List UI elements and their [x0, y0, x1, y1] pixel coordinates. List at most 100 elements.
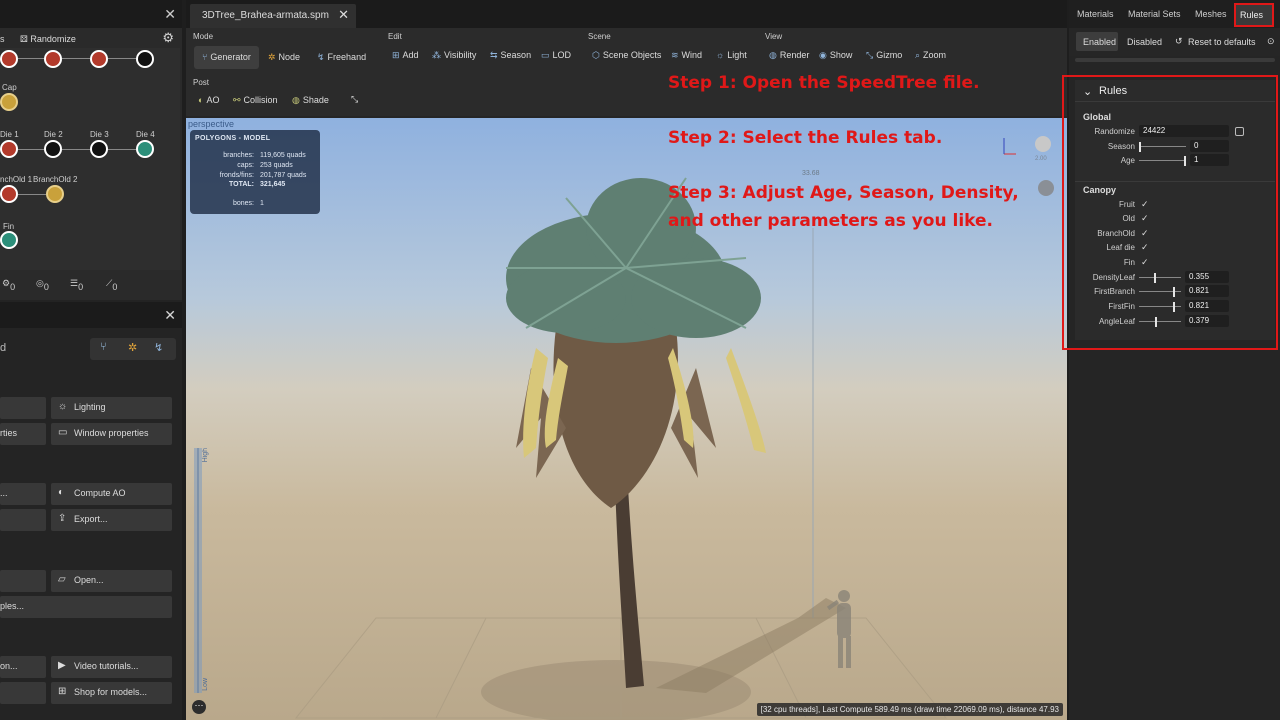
left-button[interactable]	[0, 397, 46, 419]
file-tab[interactable]: 3DTree_Brahea-armata.spm ✕	[190, 4, 356, 28]
collision-button[interactable]: ⚯ Collision	[233, 95, 278, 106]
ellipsis-button[interactable]: ...	[0, 483, 46, 505]
toolbar-prefix: s	[0, 34, 5, 44]
sun-icon: ☼	[58, 401, 68, 412]
documentation-button[interactable]: on...	[0, 656, 46, 678]
node-button[interactable]: ✲ Node	[268, 52, 300, 63]
annotation-highlight-box	[1062, 75, 1278, 350]
node-label: BranchOld 2	[33, 175, 78, 184]
graph-node-cap[interactable]	[0, 93, 18, 111]
collision-icon: ⚯	[233, 95, 241, 105]
reset-to-defaults-button[interactable]: Reset to defaults	[1188, 37, 1256, 47]
node-label: Die 2	[44, 130, 63, 139]
open-button[interactable]: ▱ Open...	[51, 570, 172, 592]
left-button[interactable]	[0, 682, 46, 704]
cart-icon: ⊞	[58, 686, 67, 697]
rules-toolbar: Enabled Disabled ↺ Reset to defaults ⊙	[1069, 28, 1280, 56]
tab-rules[interactable]: Rules	[1234, 3, 1274, 27]
help-icon[interactable]: ⊙	[1267, 36, 1275, 47]
poly-title: POLYGONS - MODEL	[195, 135, 271, 142]
graph-wire	[18, 149, 44, 150]
gizmo-button[interactable]: ⤡ Gizmo	[866, 50, 902, 61]
count-item: ☰ 0	[70, 278, 84, 292]
freehand-icon[interactable]: ↯	[154, 341, 163, 354]
scale-low-label: Low	[202, 678, 209, 691]
graph-node-branchold-1[interactable]	[0, 185, 18, 203]
tab-materials[interactable]: Materials	[1077, 9, 1114, 19]
graph-node[interactable]	[44, 50, 62, 68]
shade-button[interactable]: ◍ Shade	[292, 95, 329, 106]
tab-material-sets[interactable]: Material Sets	[1128, 9, 1181, 19]
collapse-icon[interactable]: ⤡	[351, 94, 358, 105]
graph-node-die-1[interactable]	[0, 140, 18, 158]
left-button[interactable]	[0, 570, 46, 592]
tab-meshes[interactable]: Meshes	[1195, 9, 1227, 19]
graph-wire	[62, 149, 90, 150]
render-icon: ◍	[769, 50, 777, 60]
freehand-button[interactable]: ↯ Freehand	[317, 52, 366, 63]
ribbon-group-mode: Mode	[193, 32, 214, 41]
compute-ao-button[interactable]: ◐ Compute AO	[51, 483, 172, 505]
generator-graph[interactable]: Cap Die 1 Die 2 Die 3 Die 4 nchOld 1 Bra…	[0, 48, 180, 270]
export-button[interactable]: ⇪ Export...	[51, 509, 172, 531]
close-icon[interactable]: ✕	[164, 307, 176, 324]
scene-objects-button[interactable]: ⬡ Scene Objects	[592, 50, 661, 61]
3d-viewport[interactable]: perspective POLYGONS - MODEL branches: 1…	[186, 118, 1067, 720]
node-label: nchOld 1	[0, 175, 33, 184]
visibility-button[interactable]: ⁂ Visibility	[432, 50, 476, 61]
properties-button[interactable]: rties	[0, 423, 46, 445]
samples-button[interactable]: ples...	[0, 596, 172, 618]
scrollbar[interactable]	[1075, 58, 1275, 62]
ribbon-group-view: View	[765, 32, 783, 41]
ribbon-group-edit: Edit	[388, 32, 402, 41]
node-label: Fin	[3, 222, 15, 231]
shop-for-models-button[interactable]: ⊞ Shop for models...	[51, 682, 172, 704]
graph-node-die-3[interactable]	[90, 140, 108, 158]
eye-icon: ◉	[819, 50, 827, 60]
left-button[interactable]	[0, 509, 46, 531]
graph-node[interactable]	[90, 50, 108, 68]
show-button[interactable]: ◉ Show	[819, 50, 852, 61]
node-label: Die 4	[136, 130, 155, 139]
ao-button[interactable]: ◐ AO	[198, 95, 219, 105]
ao-icon: ◐	[198, 95, 204, 105]
close-icon[interactable]: ✕	[338, 7, 349, 23]
video-tutorials-button[interactable]: ▶ Video tutorials...	[51, 656, 172, 678]
graph-wire	[62, 58, 90, 59]
light-button[interactable]: ☼ Light	[716, 50, 747, 60]
graph-node[interactable]	[136, 50, 154, 68]
season-button[interactable]: ⇆ Season	[490, 50, 531, 61]
node-icon[interactable]: ✲	[128, 341, 137, 354]
add-button[interactable]: ⊞ Add	[392, 50, 419, 61]
randomize-button[interactable]: ⚄ Randomize	[20, 34, 76, 45]
lod-button[interactable]: ▭ LOD	[541, 50, 571, 61]
mode-switch[interactable]: ⑂ ✲ ↯	[90, 338, 176, 360]
close-icon[interactable]: ✕	[164, 6, 176, 23]
graph-node-die-2[interactable]	[44, 140, 62, 158]
measure-label: 33.68	[802, 170, 820, 177]
wind-button[interactable]: ≋ Wind	[671, 50, 702, 61]
graph-node-branchold-2[interactable]	[46, 185, 64, 203]
disabled-toggle[interactable]: Disabled	[1127, 37, 1162, 47]
window-properties-button[interactable]: ▭ Window properties	[51, 423, 172, 445]
gear-icon[interactable]: ⚙	[162, 30, 174, 46]
freehand-icon: ↯	[317, 52, 325, 62]
render-button[interactable]: ◍ Render	[769, 50, 809, 61]
node-icon: ✲	[268, 52, 276, 62]
graph-wire	[18, 58, 44, 59]
generator-button[interactable]: ⑂ Generator	[202, 52, 251, 62]
lod-icon: ▭	[541, 50, 550, 60]
reset-icon[interactable]: ↺	[1175, 36, 1183, 47]
generator-icon[interactable]: ⑂	[100, 341, 107, 353]
zoom-button[interactable]: ⌕ Zoom	[915, 50, 946, 61]
generator-icon: ⑂	[202, 52, 208, 62]
wind-icon: ≋	[671, 50, 679, 60]
graph-node-fin[interactable]	[0, 231, 18, 249]
lighting-button[interactable]: ☼ Lighting	[51, 397, 172, 419]
graph-node-die-4[interactable]	[136, 140, 154, 158]
main-area: 3DTree_Brahea-armata.spm ✕ Mode ⑂ Generat…	[186, 0, 1067, 720]
count-item: ⟋ 0	[106, 278, 118, 292]
ribbon-group-post: Post	[193, 78, 210, 87]
graph-node[interactable]	[0, 50, 18, 68]
more-icon[interactable]: ⋯	[192, 700, 206, 714]
